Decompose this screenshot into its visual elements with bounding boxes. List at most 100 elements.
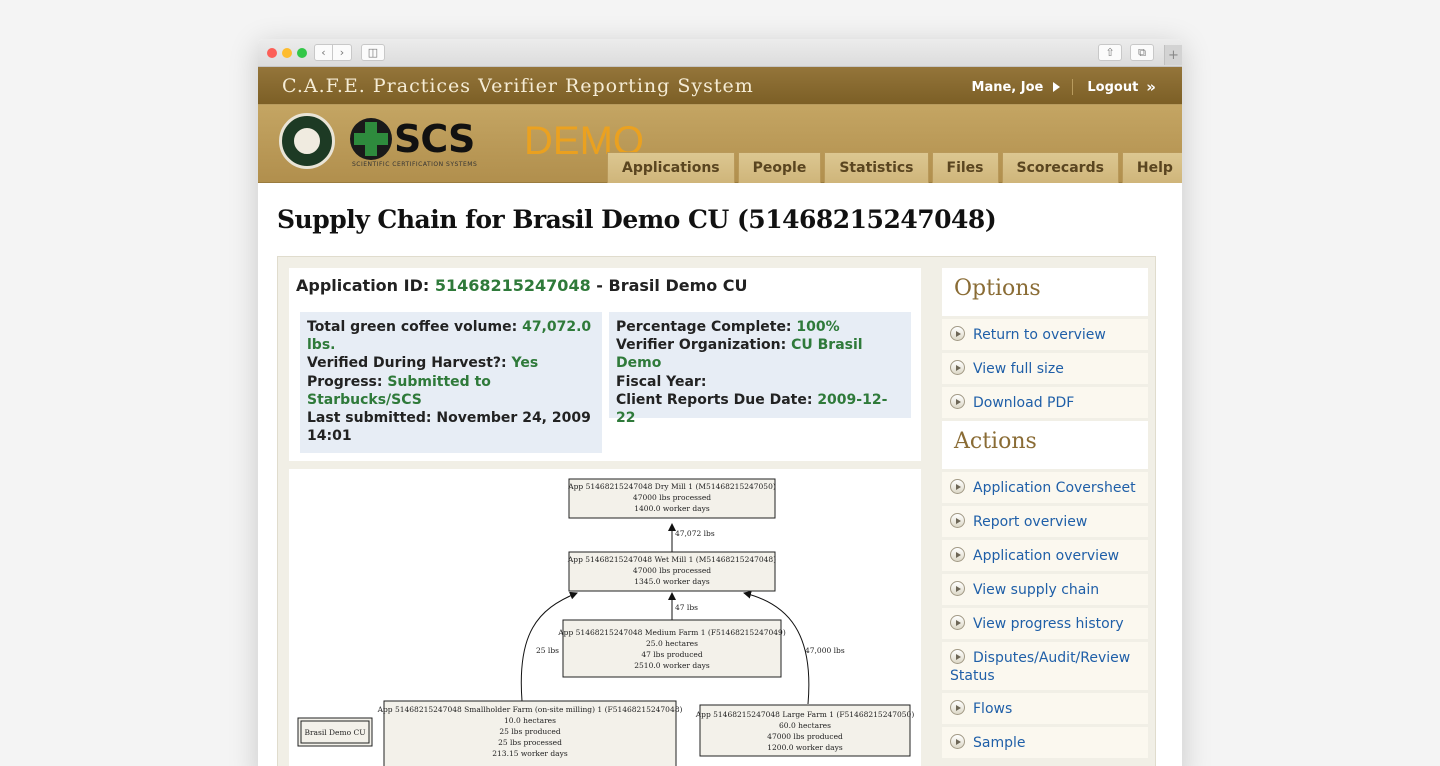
organization-label: Verifier Organization: [616,337,787,354]
action-disputes-audit-review[interactable]: Disputes/Audit/Review Status [942,642,1148,690]
main-nav: Applications People Statistics Files Sco… [607,152,1182,183]
zoom-window-button[interactable] [297,48,307,58]
svg-text:25.0 hectares: 25.0 hectares [646,639,698,648]
arrow-right-circle-icon [950,360,965,375]
edge-label-wet-to-dry: 47,072 lbs [675,529,715,538]
application-heading: Application ID: 51468215247048 - Brasil … [296,276,748,295]
svg-text:1345.0 worker days: 1345.0 worker days [634,577,710,586]
logo-banner: SCS SCIENTIFIC CERTIFICATION SYSTEMS DEM… [258,105,1182,183]
application-info-card: Application ID: 51468215247048 - Brasil … [289,268,921,461]
arrow-right-circle-icon [950,513,965,528]
node-dry-mill[interactable]: App 51468215247048 Dry Mill 1 (M51468215… [567,478,776,519]
logout-link[interactable]: Logout [1087,80,1138,95]
scs-logo-subtitle: SCIENTIFIC CERTIFICATION SYSTEMS [352,161,478,168]
svg-text:25 lbs processed: 25 lbs processed [498,738,562,747]
arrow-right-circle-icon [950,615,965,630]
fiscal-year-label: Fiscal Year: [616,373,707,390]
arrow-right-circle-icon [950,734,965,749]
node-large-farm[interactable]: App 51468215247048 Large Farm 1 (F514682… [695,704,915,757]
svg-text:60.0 hectares: 60.0 hectares [779,721,831,730]
tab-scorecards[interactable]: Scorecards [1001,152,1119,183]
svg-text:App 51468215247048 Smallholder: App 51468215247048 Smallholder Farm (on-… [377,705,683,714]
action-application-overview[interactable]: Application overview [942,540,1148,571]
browser-window: ‹ › ◫ ⇧ ⧉ + C.A.F.E. Practices Verifier … [258,39,1182,766]
option-view-full-size[interactable]: View full size [942,353,1148,384]
supply-chain-diagram: 47,072 lbs 47 lbs 25 lbs 47,000 lbs App … [289,469,921,766]
tab-files[interactable]: Files [931,152,999,183]
page-content: Supply Chain for Brasil Demo CU (5146821… [258,183,1182,766]
new-tab-plus-icon[interactable]: + [1164,45,1182,65]
action-report-overview[interactable]: Report overview [942,506,1148,537]
sidebar-toggle-icon[interactable]: ◫ [361,44,385,61]
volume-label: Total green coffee volume: [307,319,518,335]
arrow-right-circle-icon [950,394,965,409]
arrow-right-circle-icon [950,581,965,596]
application-summary-left: Total green coffee volume: 47,072.0 lbs.… [300,312,602,453]
svg-text:Brasil Demo CU: Brasil Demo CU [304,728,365,737]
svg-text:App 51468215247048 Dry Mill 1: App 51468215247048 Dry Mill 1 (M51468215… [567,482,776,491]
starbucks-logo [279,113,335,169]
edge-label-small-to-wet: 25 lbs [536,646,559,655]
svg-text:1400.0 worker days: 1400.0 worker days [634,504,710,513]
option-return-to-overview[interactable]: Return to overview [942,319,1148,350]
arrow-right-circle-icon [950,700,965,715]
user-name-link[interactable]: Mane, Joe [972,80,1044,95]
submitted-label: Last submitted: [307,410,432,427]
site-header: C.A.F.E. Practices Verifier Reporting Sy… [258,67,1182,105]
arrow-right-circle-icon [950,479,965,494]
supply-chain-panel: Application ID: 51468215247048 - Brasil … [277,256,1156,766]
svg-text:App 51468215247048 Large Farm: App 51468215247048 Large Farm 1 (F514682… [695,710,915,719]
harvest-value: Yes [511,355,539,372]
page-title: Supply Chain for Brasil Demo CU (5146821… [277,205,997,234]
svg-text:1200.0 worker days: 1200.0 worker days [767,743,843,752]
tab-applications[interactable]: Applications [607,152,735,183]
svg-text:10.0 hectares: 10.0 hectares [504,716,556,725]
percent-label: Percentage Complete: [616,319,792,335]
action-flows[interactable]: Flows [942,693,1148,724]
svg-text:213.15 worker days: 213.15 worker days [492,749,568,758]
share-icon[interactable]: ⇧ [1098,44,1122,61]
tab-people[interactable]: People [737,152,822,183]
svg-text:App 51468215247048 Wet Mill 1: App 51468215247048 Wet Mill 1 (M51468215… [567,555,776,564]
action-application-coversheet[interactable]: Application Coversheet [942,472,1148,503]
node-coordinating-unit[interactable]: Brasil Demo CU [297,717,373,747]
percent-value: 100% [796,319,840,335]
arrow-right-circle-icon [950,326,965,341]
edge-label-medium-to-wet: 47 lbs [675,603,698,612]
arrow-right-circle-icon [950,547,965,562]
options-heading: Options [942,268,1148,316]
minimize-window-button[interactable] [282,48,292,58]
svg-text:47000 lbs processed: 47000 lbs processed [633,566,711,575]
action-view-progress-history[interactable]: View progress history [942,608,1148,639]
node-medium-farm[interactable]: App 51468215247048 Medium Farm 1 (F51468… [557,619,786,678]
tabs-overview-icon[interactable]: ⧉ [1130,44,1154,61]
sidebar: Options Return to overview View full siz… [942,268,1148,761]
arrow-right-circle-icon [950,649,965,664]
tab-help[interactable]: Help [1121,152,1182,183]
svg-text:App 51468215247048 Medium Farm: App 51468215247048 Medium Farm 1 (F51468… [557,628,786,637]
application-id-link[interactable]: 51468215247048 [435,276,591,295]
svg-text:25 lbs produced: 25 lbs produced [499,727,561,736]
action-sample[interactable]: Sample [942,727,1148,758]
action-view-supply-chain[interactable]: View supply chain [942,574,1148,605]
svg-text:47000 lbs processed: 47000 lbs processed [633,493,711,502]
application-id-label: Application ID: [296,276,430,295]
option-download-pdf[interactable]: Download PDF [942,387,1148,418]
application-name: - Brasil Demo CU [596,276,748,295]
progress-label: Progress: [307,373,383,390]
scs-logo-text: SCS [394,117,475,161]
svg-text:47000 lbs produced: 47000 lbs produced [767,732,843,741]
edge-label-large-to-wet: 47,000 lbs [805,646,845,655]
tab-statistics[interactable]: Statistics [824,152,929,183]
actions-heading: Actions [942,421,1148,469]
forward-arrow-icon[interactable]: › [333,44,352,61]
node-wet-mill[interactable]: App 51468215247048 Wet Mill 1 (M51468215… [567,551,776,592]
triangle-right-icon [1053,82,1061,92]
node-smallholder-farm[interactable]: App 51468215247048 Smallholder Farm (on-… [377,700,683,766]
site-title: C.A.F.E. Practices Verifier Reporting Sy… [282,75,754,97]
close-window-button[interactable] [267,48,277,58]
double-chevron-right-icon: » [1146,78,1156,96]
back-arrow-icon[interactable]: ‹ [314,44,333,61]
browser-toolbar: ‹ › ◫ ⇧ ⧉ + [258,39,1182,67]
svg-text:47 lbs produced: 47 lbs produced [641,650,703,659]
